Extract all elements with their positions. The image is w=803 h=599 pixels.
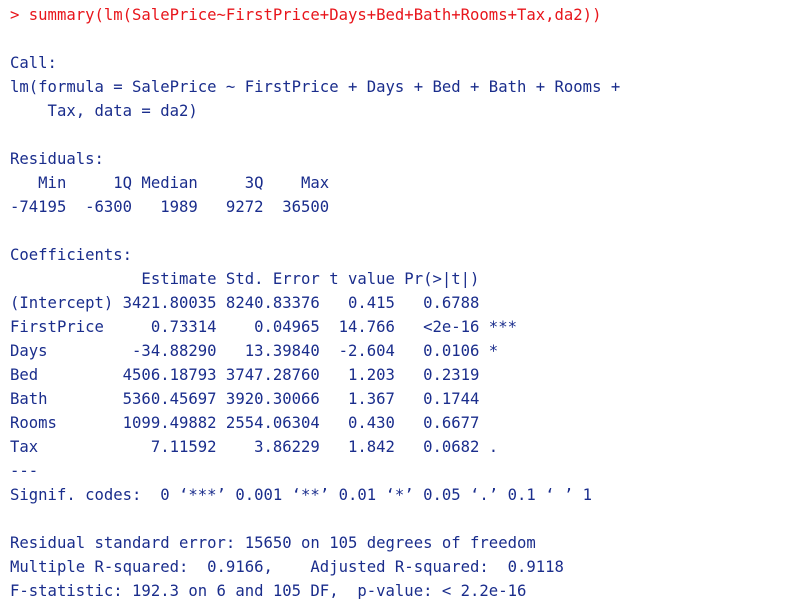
residuals-heading: Residuals: — [10, 150, 104, 168]
r-squared-line: Multiple R-squared: 0.9166, Adjusted R-s… — [10, 558, 574, 576]
coefficient-row: Bed 4506.18793 3747.28760 1.203 0.2319 — [10, 366, 517, 384]
call-heading: Call: — [10, 54, 57, 72]
r-console-output[interactable]: > summary(lm(SalePrice~FirstPrice+Days+B… — [0, 0, 803, 599]
f-statistic-line: F-statistic: 192.3 on 6 and 105 DF, p-va… — [10, 582, 527, 599]
signif-codes-line: Signif. codes: 0 ‘***’ 0.001 ‘**’ 0.01 ‘… — [10, 486, 593, 504]
call-formula-line: lm(formula = SalePrice ~ FirstPrice + Da… — [10, 78, 621, 96]
console-input-line: > summary(lm(SalePrice~FirstPrice+Days+B… — [10, 6, 602, 24]
residuals-header-row: Min 1Q Median 3Q Max — [10, 174, 339, 192]
call-formula-line: Tax, data = da2) — [10, 102, 198, 120]
separator-line: --- — [10, 462, 39, 480]
coefficients-header-row: Estimate Std. Error t value Pr(>|t|) — [10, 270, 517, 288]
residuals-values-row: -74195 -6300 1989 9272 36500 — [10, 198, 339, 216]
coefficient-row: Days -34.88290 13.39840 -2.604 0.0106 * — [10, 342, 517, 360]
coefficient-row: FirstPrice 0.73314 0.04965 14.766 <2e-16… — [10, 318, 517, 336]
coefficient-row: Rooms 1099.49882 2554.06304 0.430 0.6677 — [10, 414, 517, 432]
coefficient-row: Bath 5360.45697 3920.30066 1.367 0.1744 — [10, 390, 517, 408]
coefficients-heading: Coefficients: — [10, 246, 133, 264]
coefficient-row: Tax 7.11592 3.86229 1.842 0.0682 . — [10, 438, 517, 456]
residual-std-error-line: Residual standard error: 15650 on 105 de… — [10, 534, 536, 552]
coefficient-row: (Intercept) 3421.80035 8240.83376 0.415 … — [10, 294, 517, 312]
